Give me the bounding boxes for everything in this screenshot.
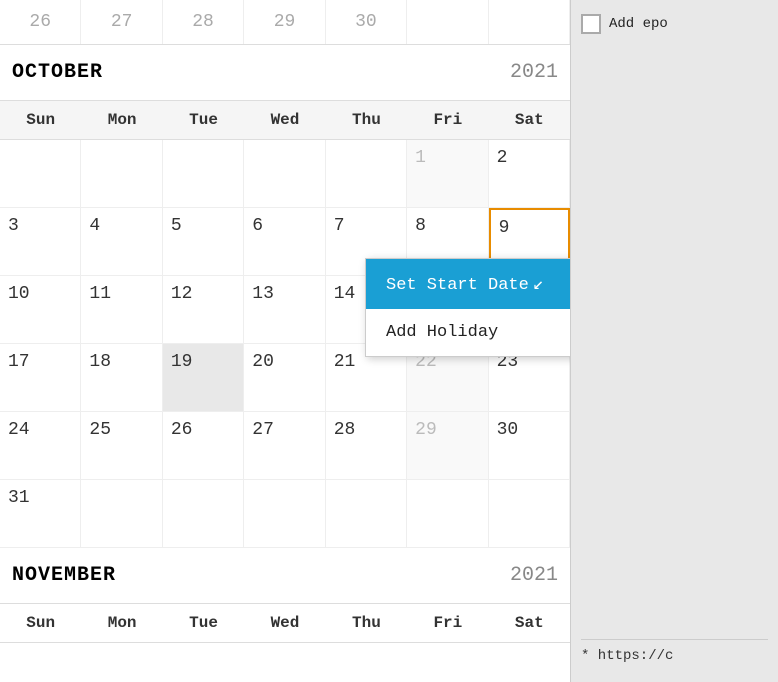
- cal-cell-empty3[interactable]: [163, 140, 244, 208]
- october-dow-header: Sun Mon Tue Wed Thu Fri Sat: [0, 100, 570, 140]
- nov-dow-wed: Wed: [244, 604, 325, 642]
- cal-cell-oct-18[interactable]: 18: [81, 344, 162, 412]
- prev-month-row: 26 27 28 29 30: [0, 0, 570, 45]
- november-dow-header: Sun Mon Tue Wed Thu Fri Sat: [0, 603, 570, 643]
- prev-day-29: 29: [244, 0, 325, 44]
- cal-cell-empty1[interactable]: [0, 140, 81, 208]
- prev-day-28: 28: [163, 0, 244, 44]
- url-bar: * https://c: [581, 639, 768, 672]
- nov-dow-thu: Thu: [326, 604, 407, 642]
- right-sidebar: Add epo * https://c: [570, 0, 778, 682]
- nov-dow-sat: Sat: [489, 604, 570, 642]
- dow-thu: Thu: [326, 101, 407, 139]
- october-month-name: OCTOBER: [12, 61, 103, 84]
- cal-cell-oct-31[interactable]: 31: [0, 480, 81, 548]
- cal-cell-oct-5[interactable]: 5: [163, 208, 244, 276]
- cal-cell-oct-30[interactable]: 30: [489, 412, 570, 480]
- october-header: OCTOBER 2021: [0, 45, 570, 100]
- cal-cell-oct-10[interactable]: 10: [0, 276, 81, 344]
- dow-sat: Sat: [489, 101, 570, 139]
- nov-dow-fri: Fri: [407, 604, 488, 642]
- calendar-area: 26 27 28 29 30 OCTOBER 2021 Sun Mon Tue …: [0, 0, 570, 682]
- cal-cell-empty-w6-3[interactable]: [163, 480, 244, 548]
- cal-cell-empty-w6-7[interactable]: [489, 480, 570, 548]
- cal-cell-oct-24[interactable]: 24: [0, 412, 81, 480]
- nov-dow-tue: Tue: [163, 604, 244, 642]
- dow-tue: Tue: [163, 101, 244, 139]
- cal-cell-oct-4[interactable]: 4: [81, 208, 162, 276]
- cal-cell-oct-11[interactable]: 11: [81, 276, 162, 344]
- cal-cell-oct-12[interactable]: 12: [163, 276, 244, 344]
- cal-cell-oct-27[interactable]: 27: [244, 412, 325, 480]
- add-epoch-row: Add epo: [581, 10, 768, 38]
- prev-day-empty2: [489, 0, 570, 44]
- cal-cell-oct-3[interactable]: 3: [0, 208, 81, 276]
- cal-cell-empty2[interactable]: [81, 140, 162, 208]
- cal-cell-oct-2[interactable]: 2: [489, 140, 570, 208]
- cal-cell-empty-w6-6[interactable]: [407, 480, 488, 548]
- cursor-arrow-icon: ↙: [533, 273, 544, 295]
- dow-sun: Sun: [0, 101, 81, 139]
- url-text: * https://c: [581, 648, 673, 664]
- november-header: NOVEMBER 2021: [0, 548, 570, 603]
- prev-day-27: 27: [81, 0, 162, 44]
- cal-cell-oct-13[interactable]: 13: [244, 276, 325, 344]
- cal-cell-oct-29[interactable]: 29: [407, 412, 488, 480]
- add-epoch-label: Add epo: [609, 16, 668, 32]
- cal-cell-empty4[interactable]: [244, 140, 325, 208]
- context-menu-set-start-date[interactable]: Set Start Date↙: [366, 259, 570, 309]
- prev-day-empty1: [407, 0, 488, 44]
- november-month-name: NOVEMBER: [12, 564, 116, 587]
- cal-cell-oct-26[interactable]: 26: [163, 412, 244, 480]
- cal-cell-empty-w6-2[interactable]: [81, 480, 162, 548]
- dow-mon: Mon: [81, 101, 162, 139]
- cal-cell-oct-6[interactable]: 6: [244, 208, 325, 276]
- nov-dow-mon: Mon: [81, 604, 162, 642]
- nov-dow-sun: Sun: [0, 604, 81, 642]
- november-year: 2021: [510, 564, 558, 587]
- october-year: 2021: [510, 61, 558, 84]
- cal-cell-oct-28[interactable]: 28: [326, 412, 407, 480]
- prev-day-30: 30: [326, 0, 407, 44]
- context-menu: Set Start Date↙ Add Holiday: [365, 258, 570, 357]
- prev-day-26: 26: [0, 0, 81, 44]
- cal-cell-oct-1[interactable]: 1: [407, 140, 488, 208]
- cal-cell-oct-19[interactable]: 19: [163, 344, 244, 412]
- dow-wed: Wed: [244, 101, 325, 139]
- cal-cell-oct-25[interactable]: 25: [81, 412, 162, 480]
- context-menu-add-holiday[interactable]: Add Holiday: [366, 309, 570, 356]
- cal-cell-empty-w6-4[interactable]: [244, 480, 325, 548]
- cal-cell-oct-20[interactable]: 20: [244, 344, 325, 412]
- cal-cell-empty5[interactable]: [326, 140, 407, 208]
- cal-cell-oct-17[interactable]: 17: [0, 344, 81, 412]
- cal-cell-empty-w6-5[interactable]: [326, 480, 407, 548]
- dow-fri: Fri: [407, 101, 488, 139]
- add-epoch-checkbox[interactable]: [581, 14, 601, 34]
